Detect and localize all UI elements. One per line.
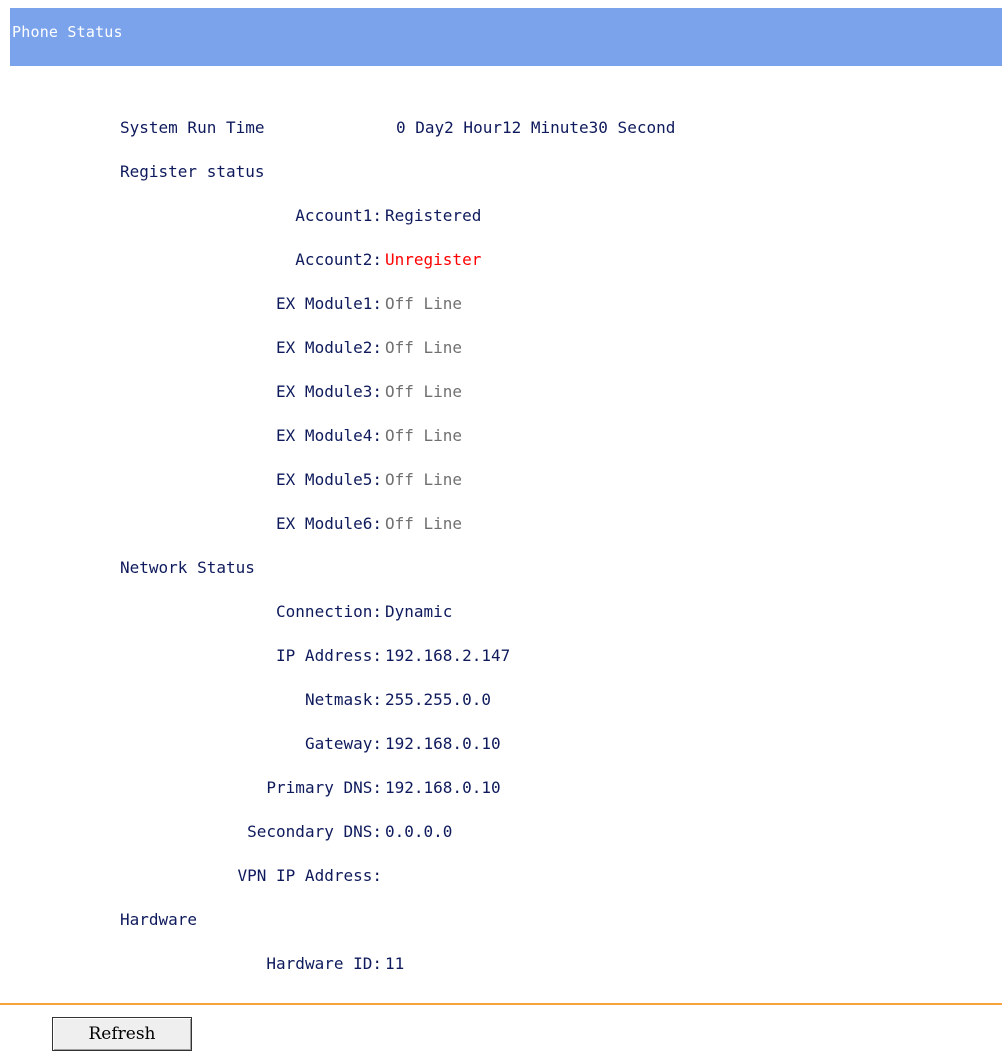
- ex-module5-label: EX Module5:: [276, 470, 382, 489]
- phone-status-page: Phone Status System Run Time 0 Day2 Hour…: [0, 0, 1002, 1057]
- gateway-value: 192.168.0.10: [385, 734, 501, 753]
- network-row-netmask: Netmask: 255.255.0.0: [0, 687, 1002, 713]
- ex-module6-status: Off Line: [385, 514, 463, 533]
- ip-address-label: IP Address:: [276, 646, 382, 665]
- ex-module4-status: Off Line: [385, 426, 463, 445]
- ex-module1-label: EX Module1:: [276, 294, 382, 313]
- register-status-label: Register status: [120, 162, 265, 181]
- network-row-ip-address: IP Address: 192.168.2.147: [0, 643, 1002, 669]
- register-row-ex-module3: EX Module3: Off Line: [0, 379, 1002, 405]
- register-row-ex-module1: EX Module1: Off Line: [0, 291, 1002, 317]
- network-row-primary-dns: Primary DNS: 192.168.0.10: [0, 775, 1002, 801]
- account1-label: Account1:: [295, 206, 382, 225]
- register-row-account1: Account1: Registered: [0, 203, 1002, 229]
- network-status-label: Network Status: [120, 558, 255, 577]
- hardware-label: Hardware: [120, 910, 198, 929]
- account1-status: Registered: [385, 206, 482, 225]
- register-row-ex-module5: EX Module5: Off Line: [0, 467, 1002, 493]
- system-run-time-value: 0 Day2 Hour12 Minute30 Second: [396, 118, 676, 137]
- network-row-connection: Connection: Dynamic: [0, 599, 1002, 625]
- status-content: System Run Time 0 Day2 Hour12 Minute30 S…: [0, 0, 1002, 1057]
- register-row-account2: Account2: Unregister: [0, 247, 1002, 273]
- refresh-button[interactable]: Refresh: [52, 1017, 192, 1051]
- hardware-row-id: Hardware ID: 11: [0, 951, 1002, 977]
- register-status-heading: Register status: [0, 159, 1002, 185]
- secondary-dns-value: 0.0.0.0: [385, 822, 453, 841]
- connection-value: Dynamic: [385, 602, 453, 621]
- network-row-gateway: Gateway: 192.168.0.10: [0, 731, 1002, 757]
- vpn-ip-address-label: VPN IP Address:: [237, 866, 383, 885]
- gateway-label: Gateway:: [304, 734, 382, 753]
- ex-module5-status: Off Line: [385, 470, 463, 489]
- primary-dns-label: Primary DNS:: [266, 778, 382, 797]
- netmask-value: 255.255.0.0: [385, 690, 491, 709]
- network-status-heading: Network Status: [0, 555, 1002, 581]
- netmask-label: Netmask:: [304, 690, 382, 709]
- system-run-time-row: System Run Time 0 Day2 Hour12 Minute30 S…: [0, 115, 1002, 141]
- primary-dns-value: 192.168.0.10: [385, 778, 501, 797]
- secondary-dns-label: Secondary DNS:: [247, 822, 382, 841]
- network-row-vpn-ip-address: VPN IP Address:: [0, 863, 1002, 889]
- account2-label: Account2:: [295, 250, 382, 269]
- register-row-ex-module2: EX Module2: Off Line: [0, 335, 1002, 361]
- hardware-heading: Hardware: [0, 907, 1002, 933]
- hardware-id-label: Hardware ID:: [266, 954, 382, 973]
- ip-address-value: 192.168.2.147: [385, 646, 511, 665]
- system-run-time-label: System Run Time: [120, 118, 265, 137]
- ex-module6-label: EX Module6:: [276, 514, 382, 533]
- connection-label: Connection:: [276, 602, 382, 621]
- ex-module2-status: Off Line: [385, 338, 463, 357]
- register-row-ex-module6: EX Module6: Off Line: [0, 511, 1002, 537]
- register-row-ex-module4: EX Module4: Off Line: [0, 423, 1002, 449]
- account2-status: Unregister: [385, 250, 482, 269]
- ex-module3-label: EX Module3:: [276, 382, 382, 401]
- ex-module1-status: Off Line: [385, 294, 463, 313]
- ex-module2-label: EX Module2:: [276, 338, 382, 357]
- ex-module4-label: EX Module4:: [276, 426, 382, 445]
- ex-module3-status: Off Line: [385, 382, 463, 401]
- hardware-id-value: 11: [385, 954, 405, 973]
- footer-divider: [0, 1003, 1002, 1005]
- network-row-secondary-dns: Secondary DNS: 0.0.0.0: [0, 819, 1002, 845]
